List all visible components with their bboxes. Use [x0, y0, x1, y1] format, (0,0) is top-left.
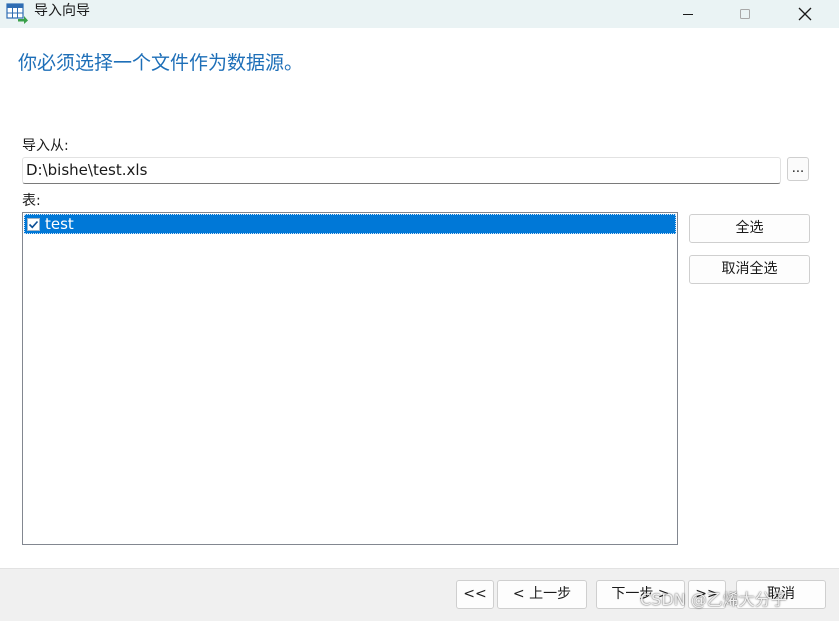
close-icon [798, 7, 812, 21]
page-heading: 你必须选择一个文件作为数据源。 [18, 52, 304, 74]
title-bar: 导入向导 [0, 0, 839, 28]
list-item-label: test [45, 215, 74, 233]
maximize-button[interactable] [722, 0, 768, 28]
window-title: 导入向导 [34, 3, 90, 19]
tables-label: 表: [22, 193, 41, 209]
last-button[interactable]: >> [688, 580, 726, 609]
select-all-button[interactable]: 全选 [689, 214, 810, 243]
first-button[interactable]: << [456, 580, 494, 609]
deselect-all-button[interactable]: 取消全选 [689, 255, 810, 284]
maximize-icon [740, 9, 750, 19]
tables-list[interactable]: test [22, 212, 678, 545]
close-button[interactable] [782, 0, 828, 28]
next-button[interactable]: 下一步 > [596, 580, 685, 609]
minimize-button[interactable] [665, 0, 711, 28]
cancel-button[interactable]: 取消 [736, 580, 826, 609]
browse-button[interactable]: ... [787, 157, 809, 181]
import-from-label: 导入从: [22, 138, 69, 154]
back-button[interactable]: < 上一步 [497, 580, 587, 609]
table-import-icon [6, 3, 28, 24]
list-item[interactable]: test [24, 214, 676, 234]
table-checkbox[interactable] [27, 218, 40, 231]
checkmark-icon [28, 220, 39, 229]
minimize-icon [683, 14, 693, 15]
file-path-field[interactable]: D:\bishe\test.xls [22, 157, 781, 184]
